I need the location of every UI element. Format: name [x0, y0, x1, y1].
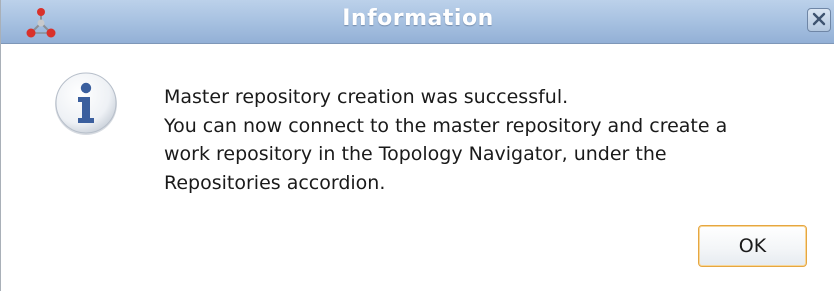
ok-button[interactable]: OK — [698, 225, 807, 267]
message-line: Master repository creation was successfu… — [164, 86, 569, 108]
message-line: Repositories accordion. — [164, 171, 386, 194]
information-dialog: Information Master repository creation w… — [0, 0, 834, 291]
message-text: Master repository creation was successfu… — [164, 83, 804, 197]
dialog-title: Information — [342, 6, 494, 31]
message-line: work repository in the Topology Navigato… — [164, 143, 667, 165]
info-icon — [51, 68, 121, 138]
close-button[interactable] — [807, 8, 831, 32]
message-line: You can now connect to the master reposi… — [164, 114, 728, 137]
close-icon — [812, 11, 826, 30]
title-bar[interactable]: Information — [1, 0, 834, 44]
